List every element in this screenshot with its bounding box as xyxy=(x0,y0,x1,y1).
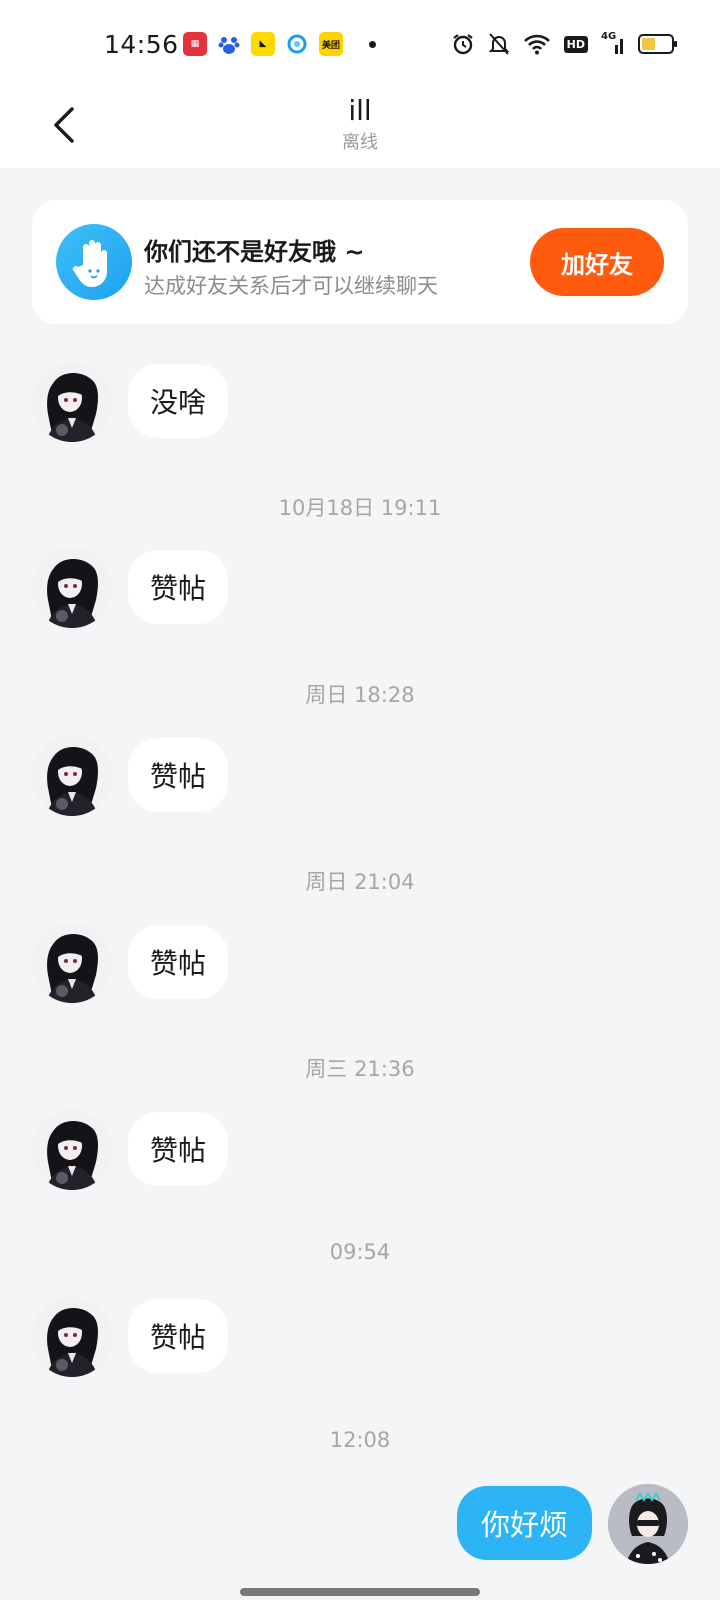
received-message-bubble[interactable]: 赞帖 xyxy=(128,738,229,812)
more-notifications-dot xyxy=(369,40,376,48)
app-icon-1: ▦ xyxy=(183,32,207,56)
message-timestamp: 09:54 xyxy=(329,1240,391,1264)
status-icons: HD 4G xyxy=(451,31,677,56)
hd-badge: HD xyxy=(563,35,588,53)
received-message-row: 没啥 xyxy=(0,362,720,442)
chat-screen: 14:56 ▦ ◣ 美团 HD 4G ill 离线 你们还不是好友哦 ~ 达成好… xyxy=(0,0,720,1600)
home-indicator[interactable] xyxy=(240,1588,480,1596)
meituan-icon: 美团 xyxy=(319,32,343,56)
sent-message-bubble[interactable]: 你好烦 xyxy=(456,1486,592,1560)
not-friends-banner: 你们还不是好友哦 ~ 达成好友关系后才可以继续聊天 加好友 xyxy=(32,200,688,324)
contact-avatar[interactable] xyxy=(32,1110,112,1190)
battery-icon xyxy=(638,34,677,54)
received-message-row: 赞帖 xyxy=(0,736,720,816)
banner-title: 你们还不是好友哦 ~ xyxy=(144,238,365,266)
received-message-row: 赞帖 xyxy=(0,1297,720,1377)
app-icon-4 xyxy=(285,32,309,56)
my-avatar[interactable] xyxy=(608,1484,688,1564)
baidu-icon xyxy=(217,32,241,56)
contact-avatar[interactable] xyxy=(32,548,112,628)
sent-message-row: 你好烦 xyxy=(0,1484,720,1564)
contact-avatar[interactable] xyxy=(32,923,112,1003)
received-message-bubble[interactable]: 赞帖 xyxy=(128,1299,229,1373)
add-friend-button[interactable]: 加好友 xyxy=(530,228,664,296)
alarm-icon xyxy=(452,34,473,55)
contact-avatar[interactable] xyxy=(32,362,112,442)
chat-header: ill 离线 xyxy=(0,88,720,168)
received-message-row: 赞帖 xyxy=(0,923,720,1003)
battery-level xyxy=(642,38,655,50)
received-message-bubble[interactable]: 没啥 xyxy=(128,364,229,438)
contact-avatar[interactable] xyxy=(32,736,112,816)
message-timestamp: 周日 21:04 xyxy=(305,870,415,894)
message-timestamp: 周日 18:28 xyxy=(305,683,415,707)
message-timestamp: 10月18日 19:11 xyxy=(278,496,442,520)
message-timestamp: 12:08 xyxy=(329,1428,391,1452)
notification-app-icons: ▦ ◣ 美团 xyxy=(183,32,376,56)
mute-bell-icon xyxy=(488,33,510,55)
message-timestamp: 周三 21:36 xyxy=(305,1057,415,1081)
wifi-icon xyxy=(523,34,550,55)
banner-subtitle: 达成好友关系后才可以继续聊天 xyxy=(144,274,438,298)
status-bar: 14:56 ▦ ◣ 美团 HD 4G xyxy=(0,0,720,88)
waving-hand-icon xyxy=(56,224,132,300)
contact-avatar[interactable] xyxy=(32,1297,112,1377)
contact-status: 离线 xyxy=(342,132,378,153)
signal-icon: 4G xyxy=(601,31,625,55)
received-message-row: 赞帖 xyxy=(0,548,720,628)
app-icon-3: ◣ xyxy=(251,32,275,56)
contact-name[interactable]: ill xyxy=(0,94,720,127)
received-message-bubble[interactable]: 赞帖 xyxy=(128,550,229,624)
received-message-row: 赞帖 xyxy=(0,1110,720,1190)
status-time: 14:56 xyxy=(104,30,179,59)
received-message-bubble[interactable]: 赞帖 xyxy=(128,1112,229,1186)
received-message-bubble[interactable]: 赞帖 xyxy=(128,925,229,999)
